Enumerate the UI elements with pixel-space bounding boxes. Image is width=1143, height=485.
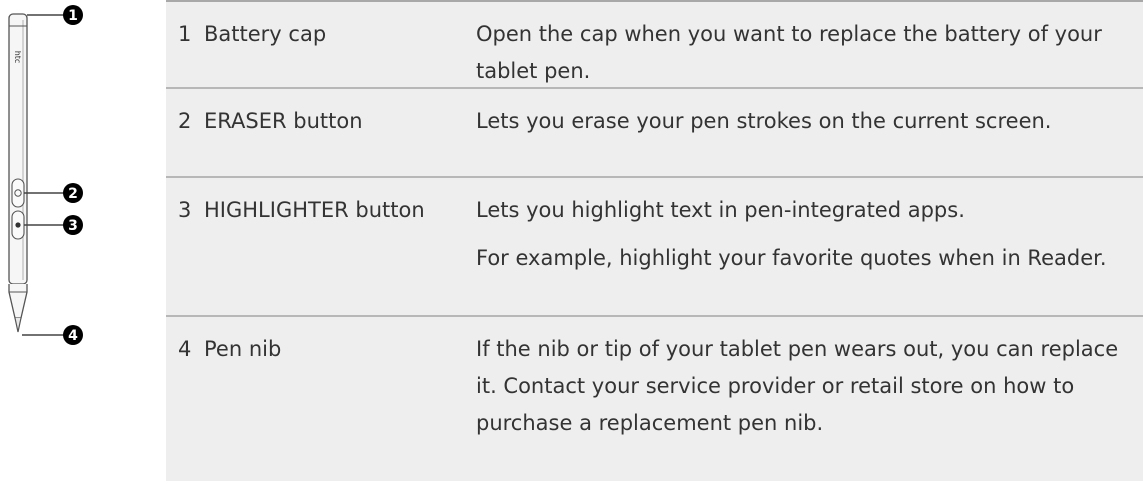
callout-marker-1: 1 bbox=[63, 5, 83, 25]
part-name: ERASER button bbox=[204, 109, 363, 133]
tablet-pen-illustration: htc 1 2 3 4 bbox=[8, 5, 83, 345]
part-name-cell: 4 Pen nib bbox=[178, 331, 448, 368]
part-description: If the nib or tip of your tablet pen wea… bbox=[476, 337, 1119, 435]
callout-number-1: 1 bbox=[68, 8, 78, 24]
part-number: 2 bbox=[178, 109, 192, 133]
table-row: 4 Pen nib If the nib or tip of your tabl… bbox=[166, 317, 1143, 481]
callout-number-2: 2 bbox=[68, 186, 78, 202]
part-number: 3 bbox=[178, 198, 192, 222]
part-description-example: For example, highlight your favorite quo… bbox=[476, 246, 1107, 270]
callout-marker-4: 4 bbox=[63, 325, 83, 345]
part-description-cell: Lets you highlight text in pen-integrate… bbox=[476, 192, 1136, 277]
part-description: Lets you highlight text in pen-integrate… bbox=[476, 198, 965, 222]
highlighter-button-illustration bbox=[11, 210, 25, 240]
part-name: HIGHLIGHTER button bbox=[204, 198, 425, 222]
callout-lines bbox=[22, 14, 64, 336]
part-description-cell: Open the cap when you want to replace th… bbox=[476, 16, 1136, 90]
callout-number-4: 4 bbox=[68, 328, 78, 344]
tablet-pen-diagram: htc 1 2 3 4 bbox=[0, 0, 150, 481]
part-name-cell: 3 HIGHLIGHTER button bbox=[178, 192, 448, 229]
table-row: 1 Battery cap Open the cap when you want… bbox=[166, 2, 1143, 89]
part-name: Pen nib bbox=[204, 337, 282, 361]
part-number: 4 bbox=[178, 337, 192, 361]
part-description-cell: Lets you erase your pen strokes on the c… bbox=[476, 103, 1136, 140]
part-name-cell: 2 ERASER button bbox=[178, 103, 448, 140]
part-description: Lets you erase your pen strokes on the c… bbox=[476, 109, 1052, 133]
callout-number-3: 3 bbox=[68, 218, 78, 234]
parts-table: 1 Battery cap Open the cap when you want… bbox=[166, 0, 1143, 481]
callout-marker-3: 3 bbox=[63, 215, 83, 235]
part-number: 1 bbox=[178, 22, 192, 46]
part-name-cell: 1 Battery cap bbox=[178, 16, 448, 53]
part-description-cell: If the nib or tip of your tablet pen wea… bbox=[476, 331, 1136, 442]
part-name: Battery cap bbox=[204, 22, 327, 46]
eraser-button-illustration bbox=[11, 178, 25, 208]
table-row: 3 HIGHLIGHTER button Lets you highlight … bbox=[166, 178, 1143, 317]
callout-marker-2: 2 bbox=[63, 183, 83, 203]
table-row: 2 ERASER button Lets you erase your pen … bbox=[166, 89, 1143, 178]
part-description: Open the cap when you want to replace th… bbox=[476, 22, 1102, 83]
pen-brand-text: htc bbox=[13, 51, 22, 64]
